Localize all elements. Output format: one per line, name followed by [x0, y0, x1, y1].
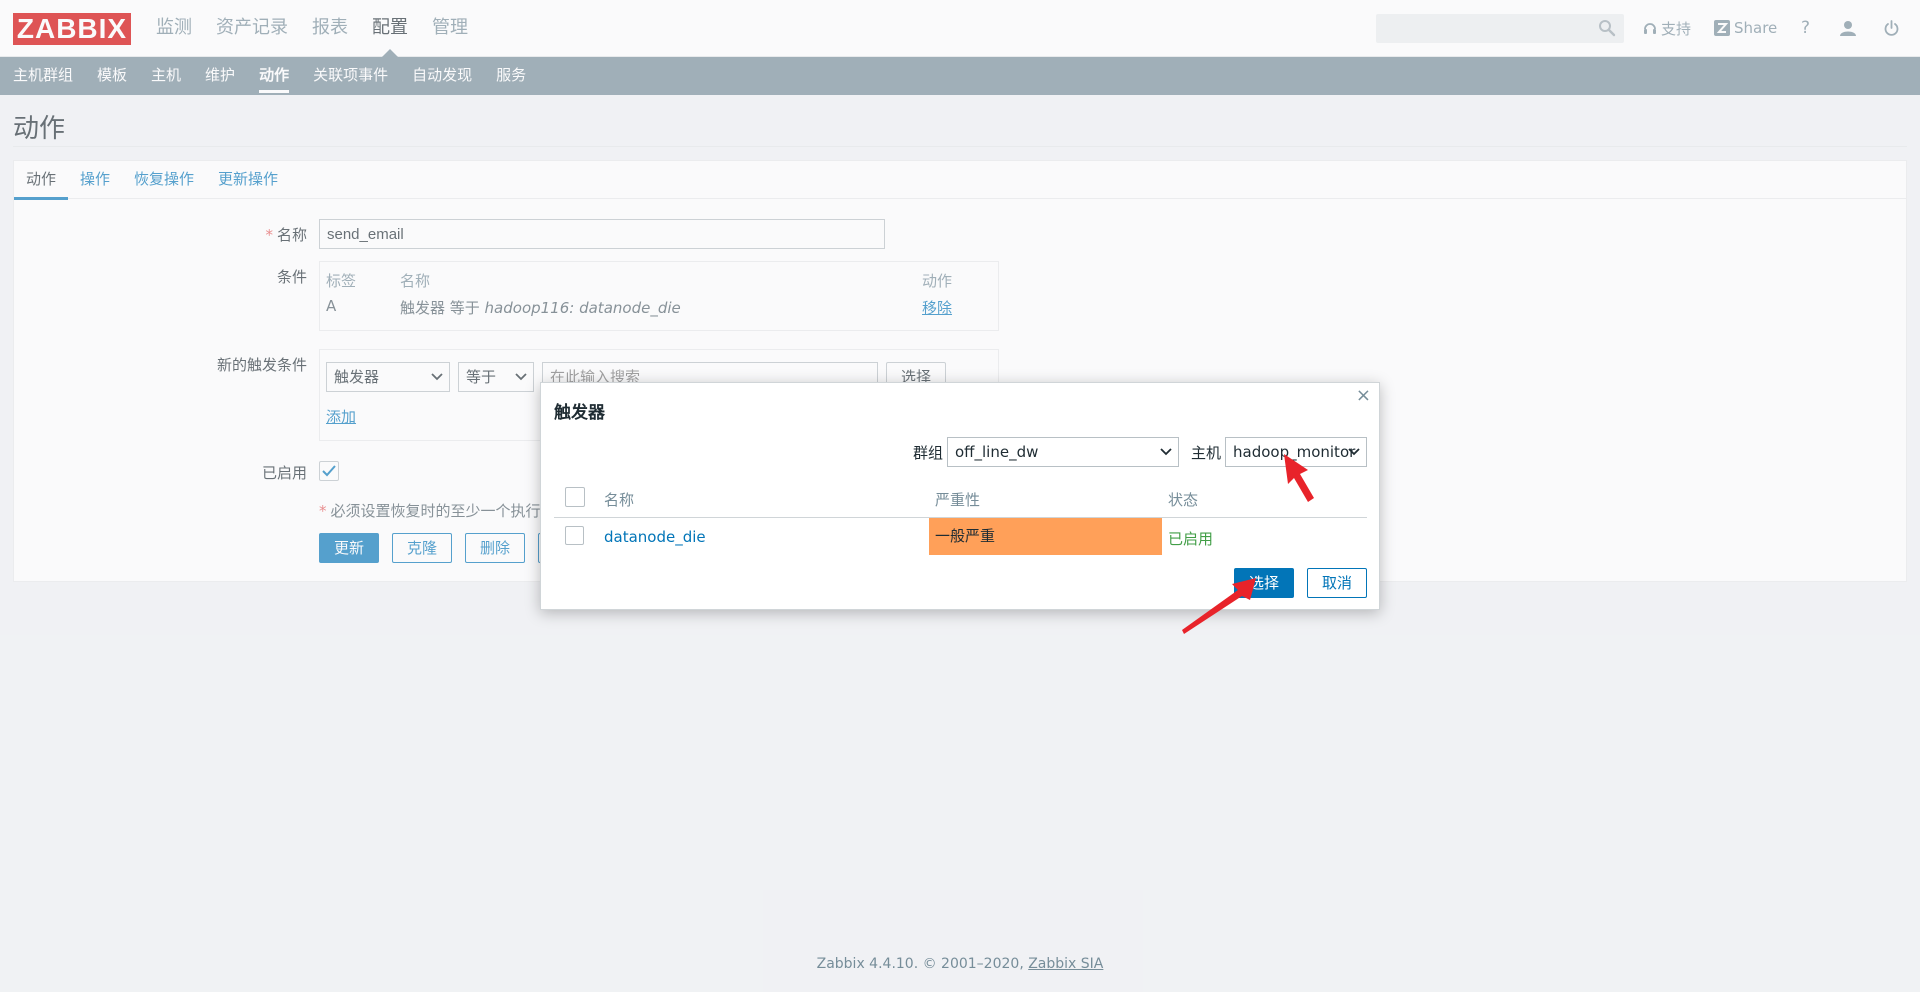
group-label: 群组 — [913, 444, 944, 462]
trigger-name-link[interactable]: datanode_die — [604, 528, 706, 546]
dialog-cancel-button[interactable]: 取消 — [1307, 568, 1367, 598]
column-name-header[interactable]: 名称 — [604, 489, 634, 510]
dialog-title: 触发器 — [554, 403, 605, 423]
footer: Zabbix 4.4.10. © 2001–2020, Zabbix SIA — [0, 956, 1920, 972]
dialog-select-button[interactable]: 选择 — [1234, 568, 1294, 598]
select-all-checkbox[interactable] — [565, 487, 585, 507]
host-label: 主机 — [1191, 444, 1222, 462]
close-icon[interactable]: × — [1356, 385, 1371, 406]
trigger-select-dialog: 触发器 × 群组 off_line_dw 主机 hadoop_monitor 名… — [540, 382, 1380, 610]
host-select[interactable]: hadoop_monitor — [1225, 437, 1367, 467]
footer-company-link[interactable]: Zabbix SIA — [1028, 956, 1103, 972]
trigger-status: 已启用 — [1168, 530, 1214, 548]
footer-copyright: Zabbix 4.4.10. © 2001–2020, — [816, 956, 1029, 972]
row-checkbox[interactable] — [565, 526, 584, 545]
chevron-down-icon — [1160, 448, 1172, 456]
column-status-header: 状态 — [1168, 491, 1199, 509]
chevron-down-icon — [1348, 448, 1360, 456]
column-severity-header: 严重性 — [935, 491, 981, 509]
severity-badge: 一般严重 — [929, 518, 1162, 555]
group-select[interactable]: off_line_dw — [947, 437, 1179, 467]
